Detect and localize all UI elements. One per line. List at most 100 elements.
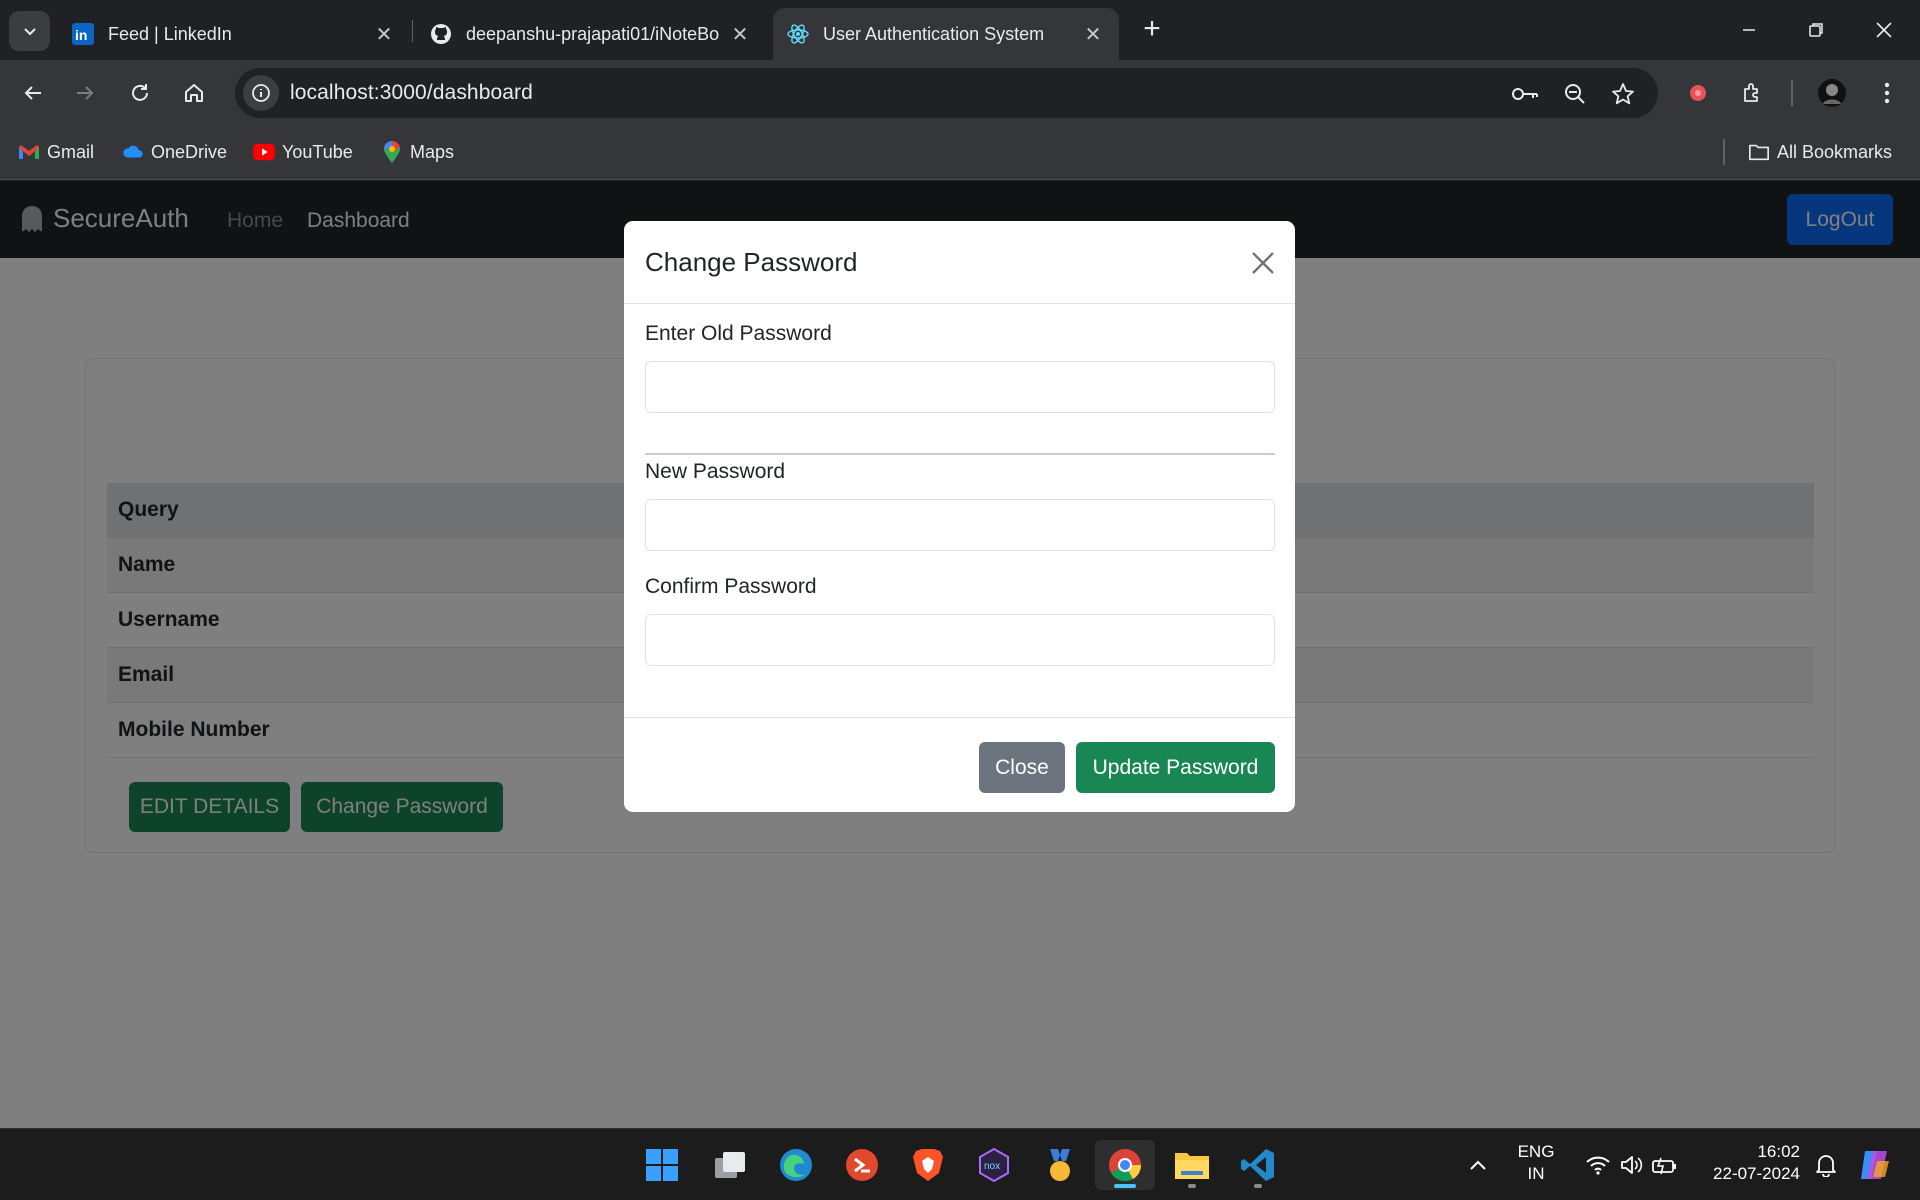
tab-user-authentication[interactable]: User Authentication System ✕: [773, 8, 1119, 60]
old-password-label: Enter Old Password: [645, 322, 832, 345]
minimize-button[interactable]: [1724, 12, 1774, 48]
taskbar-brave[interactable]: [903, 1140, 953, 1190]
taskbar-vscode[interactable]: [1233, 1140, 1283, 1190]
linkedin-icon: in: [72, 23, 94, 45]
close-tab-icon[interactable]: ✕: [372, 22, 396, 47]
gmail-icon: [18, 141, 40, 163]
home-button[interactable]: [175, 74, 213, 112]
wifi-icon: [1586, 1156, 1610, 1175]
reload-button[interactable]: [121, 74, 159, 112]
puzzle-icon: [1744, 83, 1758, 102]
quick-settings-button[interactable]: [1572, 1140, 1692, 1190]
close-icon[interactable]: [1249, 249, 1277, 277]
back-button[interactable]: [14, 74, 52, 112]
taskbar-file-explorer[interactable]: [1167, 1140, 1217, 1190]
bookmark-gmail[interactable]: Gmail: [18, 138, 94, 166]
forward-button[interactable]: [66, 74, 104, 112]
taskbar-medal-app[interactable]: [1035, 1140, 1085, 1190]
bookmarks-bar: Gmail OneDrive YouTube Maps All Bookmark…: [0, 124, 1920, 180]
bookmark-label: Maps: [410, 141, 455, 162]
extension-button[interactable]: [1679, 74, 1717, 112]
all-bookmarks-button[interactable]: All Bookmarks: [1748, 138, 1892, 166]
password-key-button[interactable]: [1511, 80, 1539, 108]
arrow-left-icon: [24, 86, 41, 100]
bookmark-star-button[interactable]: [1609, 80, 1637, 108]
form-divider: [645, 453, 1275, 455]
remote-desktop-icon: [846, 1149, 878, 1181]
restore-button[interactable]: [1791, 12, 1841, 48]
close-tab-icon[interactable]: ✕: [728, 22, 752, 47]
task-view-button[interactable]: [705, 1140, 755, 1190]
modal-title: Change Password: [645, 247, 858, 277]
bookmark-label: Gmail: [47, 141, 95, 162]
tab-title: deepanshu-prajapati01/iNoteBo: [466, 23, 720, 44]
confirm-password-label: Confirm Password: [645, 575, 817, 598]
update-password-button[interactable]: Update Password: [1076, 742, 1275, 793]
taskbar-anydesk[interactable]: [837, 1140, 887, 1190]
modal-footer: Close Update Password: [624, 717, 1295, 812]
confirm-password-field[interactable]: [645, 614, 1275, 666]
zoom-button[interactable]: [1561, 80, 1589, 108]
nox-icon: nox: [979, 1147, 1009, 1183]
url-text: localhost:3000/dashboard: [290, 81, 533, 104]
address-bar[interactable]: localhost:3000/dashboard: [235, 68, 1658, 118]
profile-button[interactable]: [1813, 74, 1851, 112]
folder-icon: [1175, 1153, 1209, 1179]
new-tab-button[interactable]: +: [1134, 12, 1170, 48]
browser-tab-strip: in Feed | LinkedIn ✕ deepanshu-prajapati…: [0, 0, 1920, 60]
bookmark-youtube[interactable]: YouTube: [253, 138, 353, 166]
modal-header: Change Password: [624, 221, 1295, 304]
avatar: [1818, 79, 1846, 107]
active-indicator: [1114, 1184, 1136, 1188]
tab-title: Feed | LinkedIn: [108, 23, 232, 44]
site-info-button[interactable]: [243, 75, 279, 111]
copilot-button[interactable]: [1850, 1140, 1900, 1190]
chevron-down-icon: [23, 28, 36, 36]
arrow-right-icon: [77, 86, 94, 100]
toolbar-divider: [1791, 80, 1793, 106]
bookmark-onedrive[interactable]: OneDrive: [122, 138, 227, 166]
close-window-button[interactable]: [1859, 12, 1909, 48]
taskbar-edge[interactable]: [771, 1140, 821, 1190]
medal-icon: [1050, 1149, 1070, 1181]
tab-linkedin[interactable]: in Feed | LinkedIn ✕: [58, 8, 410, 60]
volume-icon: [1621, 1156, 1643, 1174]
language-indicator[interactable]: ENG IN: [1508, 1141, 1564, 1185]
clock-time: 16:02: [1757, 1142, 1800, 1161]
brave-icon: [913, 1149, 943, 1181]
tab-divider: [412, 20, 413, 42]
tab-github[interactable]: deepanshu-prajapati01/iNoteBo ✕: [416, 8, 766, 60]
bookmark-label: YouTube: [282, 141, 353, 162]
page-viewport: SecureAuth Home Dashboard LogOut Query N…: [0, 181, 1920, 1128]
info-icon: [252, 84, 270, 102]
taskbar-nox[interactable]: nox: [969, 1140, 1019, 1190]
reload-icon: [132, 84, 148, 101]
vscode-icon: [1241, 1149, 1274, 1181]
start-button[interactable]: [637, 1140, 687, 1190]
show-hidden-icons-button[interactable]: [1453, 1140, 1503, 1190]
restore-icon: [1809, 23, 1823, 37]
running-indicator: [1188, 1184, 1196, 1188]
onedrive-icon: [122, 141, 144, 163]
region-code: IN: [1527, 1164, 1545, 1183]
old-password-field[interactable]: [645, 361, 1275, 413]
new-password-field[interactable]: [645, 499, 1275, 551]
svg-text:in: in: [75, 27, 87, 43]
browser-menu-button[interactable]: [1868, 74, 1906, 112]
windows-icon: [646, 1149, 678, 1181]
clock-date: 22-07-2024: [1713, 1164, 1800, 1183]
close-button[interactable]: Close: [979, 742, 1065, 793]
zoom-out-icon: [1565, 84, 1585, 104]
clock[interactable]: 16:02 22-07-2024: [1694, 1141, 1800, 1185]
extensions-menu-button[interactable]: [1734, 74, 1772, 112]
bell-icon: [1816, 1155, 1836, 1177]
react-icon: [787, 23, 809, 45]
close-icon: [1876, 22, 1892, 38]
bookmark-maps[interactable]: Maps: [381, 138, 454, 166]
chevron-up-icon: [1470, 1160, 1486, 1170]
notifications-button[interactable]: [1806, 1140, 1846, 1190]
close-tab-icon[interactable]: ✕: [1081, 22, 1105, 47]
tab-search-button[interactable]: [9, 11, 50, 51]
taskbar-chrome[interactable]: [1095, 1140, 1155, 1190]
extension-badge-icon: [1690, 85, 1706, 101]
